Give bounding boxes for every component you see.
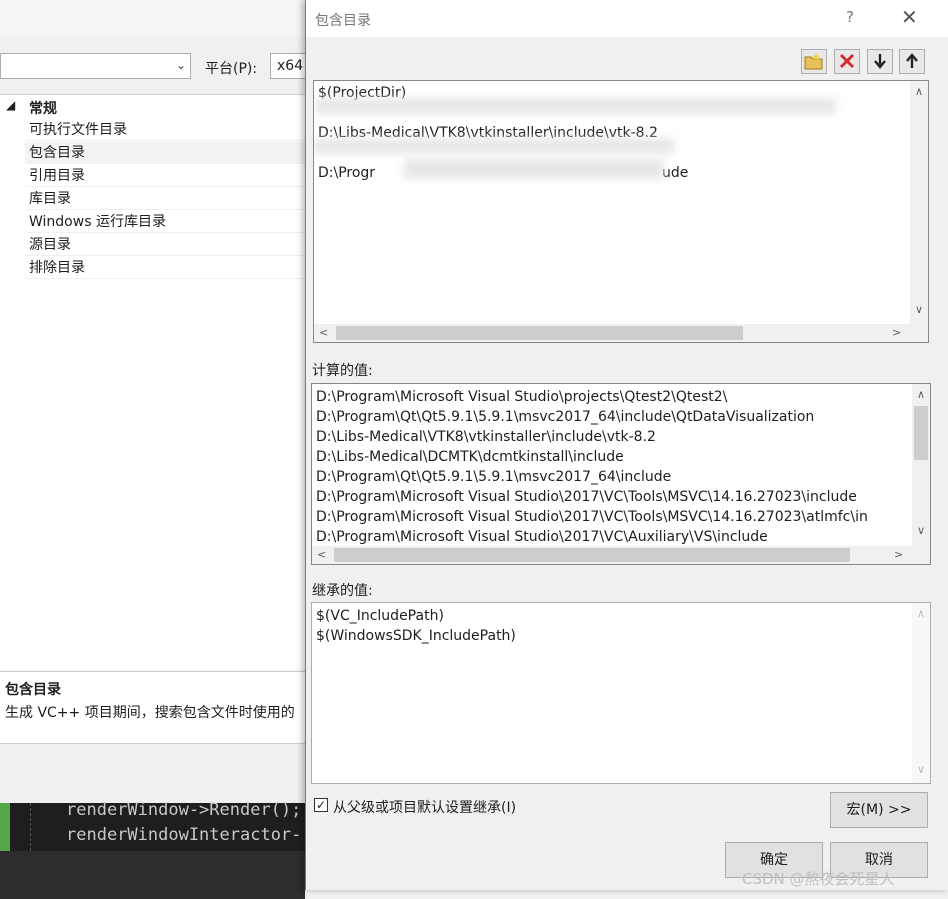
code-line: renderWindowInteractor- — [66, 825, 302, 845]
tree-item-winrt-dirs[interactable]: Windows 运行库目录 — [25, 211, 305, 233]
watermark: CSDN @熬夜会死星人 — [742, 870, 895, 888]
list-item: D:\Program\Microsoft Visual Studio\2017\… — [316, 529, 768, 545]
configuration-dropdown[interactable]: ⌄ — [0, 53, 191, 79]
list-item: $(WindowsSDK_IncludePath) — [316, 628, 516, 644]
redaction — [404, 159, 664, 179]
button-band — [0, 743, 305, 804]
scroll-right-icon[interactable]: > — [894, 548, 903, 561]
tree-group-general[interactable]: ◢ 常规 — [0, 97, 305, 119]
scroll-up-icon[interactable]: ∧ — [915, 85, 923, 98]
tree-item-exclude-dirs[interactable]: 排除目录 — [25, 257, 305, 279]
tree-item-reference-dirs[interactable]: 引用目录 — [25, 165, 305, 187]
property-grid-blank — [0, 285, 305, 670]
redaction — [314, 138, 674, 154]
list-item-tail: ude — [662, 165, 689, 181]
evaluated-value-label: 计算的值: — [312, 363, 373, 379]
property-tree: ◢ 常规 可执行文件目录 包含目录 引用目录 库目录 Windows 运行库目录… — [0, 95, 305, 285]
close-icon[interactable]: ✕ — [901, 5, 918, 29]
chevron-down-icon: ⌄ — [175, 58, 186, 72]
scroll-left-icon[interactable]: < — [319, 326, 328, 339]
delete-line-button[interactable] — [834, 49, 860, 74]
evaluated-value-list: D:\Program\Microsoft Visual Studio\proje… — [311, 383, 931, 565]
tree-item-executable-dirs[interactable]: 可执行文件目录 — [25, 119, 305, 141]
list-item: D:\Program\Microsoft Visual Studio\proje… — [316, 389, 728, 405]
tree-item-include-dirs[interactable]: 包含目录 — [25, 142, 305, 164]
platform-dropdown[interactable]: x64 — [270, 53, 310, 79]
inherited-value-list: $(VC_IncludePath) $(WindowsSDK_IncludePa… — [311, 602, 931, 784]
scroll-down-icon[interactable]: ∨ — [915, 303, 923, 316]
editor-lower-area — [0, 851, 305, 899]
scroll-thumb[interactable] — [336, 326, 743, 340]
horizontal-scrollbar[interactable]: < > — [314, 324, 928, 342]
include-dirs-dialog: 包含目录 ? ✕ $(ProjectDir) D:\Libs-Medical\V… — [305, 0, 948, 890]
code-line: renderWindow->Render(); — [66, 800, 302, 820]
redaction — [316, 98, 836, 114]
list-item: D:\Program\Microsoft Visual Studio\2017\… — [316, 489, 857, 505]
list-item: D:\Program\Qt\Qt5.9.1\5.9.1\msvc2017_64\… — [316, 469, 672, 485]
list-item: D:\Program\Qt\Qt5.9.1\5.9.1\msvc2017_64\… — [316, 409, 815, 425]
dialog-title: 包含目录 — [315, 13, 371, 29]
scroll-down-icon: ∨ — [917, 763, 926, 776]
scroll-right-icon[interactable]: > — [892, 326, 901, 339]
horizontal-scrollbar[interactable]: < > — [312, 546, 930, 564]
background-header — [0, 0, 305, 35]
tree-item-source-dirs[interactable]: 源目录 — [25, 234, 305, 256]
indent-guide — [30, 803, 31, 851]
scroll-up-icon[interactable]: ∧ — [917, 388, 925, 401]
platform-label: 平台(P): — [205, 61, 258, 77]
arrow-down-icon — [874, 54, 886, 69]
list-item: D:\Program\Microsoft Visual Studio\2017\… — [316, 509, 868, 525]
tree-item-library-dirs[interactable]: 库目录 — [25, 188, 305, 210]
arrow-up-icon — [906, 53, 918, 68]
list-item: $(VC_IncludePath) — [316, 608, 444, 624]
description-text: 生成 VC++ 项目期间，搜索包含文件时使用的 — [5, 705, 295, 721]
description-title: 包含目录 — [5, 682, 61, 698]
new-line-button[interactable] — [801, 49, 827, 74]
inherit-checkbox[interactable]: ✓ — [314, 798, 328, 812]
inherit-checkbox-label[interactable]: 从父级或项目默认设置继承(I) — [333, 797, 516, 817]
list-item: D:\Libs-Medical\DCMTK\dcmtkinstall\inclu… — [316, 449, 624, 465]
title-bar: 包含目录 ? ✕ — [306, 0, 948, 37]
vertical-scrollbar: ∧ ∨ — [912, 603, 930, 783]
scroll-up-icon: ∧ — [917, 607, 926, 620]
scroll-left-icon[interactable]: < — [317, 548, 326, 561]
change-marker — [0, 803, 10, 851]
vertical-scrollbar[interactable]: ∧ ∨ — [910, 81, 928, 326]
help-button[interactable]: ? — [846, 8, 854, 26]
include-dirs-edit-list[interactable]: $(ProjectDir) D:\Libs-Medical\VTK8\vtkin… — [313, 80, 929, 343]
folder-new-icon — [804, 53, 823, 70]
expand-arrow-icon[interactable]: ◢ — [6, 98, 15, 112]
vertical-scrollbar[interactable]: ∧ ∨ — [912, 384, 930, 546]
scroll-thumb[interactable] — [914, 406, 928, 460]
move-up-button[interactable] — [899, 49, 925, 74]
macros-button[interactable]: 宏(M) >> — [830, 792, 928, 828]
scroll-thumb[interactable] — [334, 548, 850, 562]
move-down-button[interactable] — [867, 49, 893, 74]
list-item: D:\Libs-Medical\VTK8\vtkinstaller\includ… — [316, 429, 656, 445]
scroll-down-icon[interactable]: ∨ — [917, 524, 925, 537]
code-editor: renderWindow->Render(); renderWindowInte… — [0, 800, 305, 899]
list-item[interactable]: D:\Progr — [318, 163, 375, 183]
delete-icon — [839, 53, 855, 69]
inherited-value-label: 继承的值: — [312, 583, 373, 599]
